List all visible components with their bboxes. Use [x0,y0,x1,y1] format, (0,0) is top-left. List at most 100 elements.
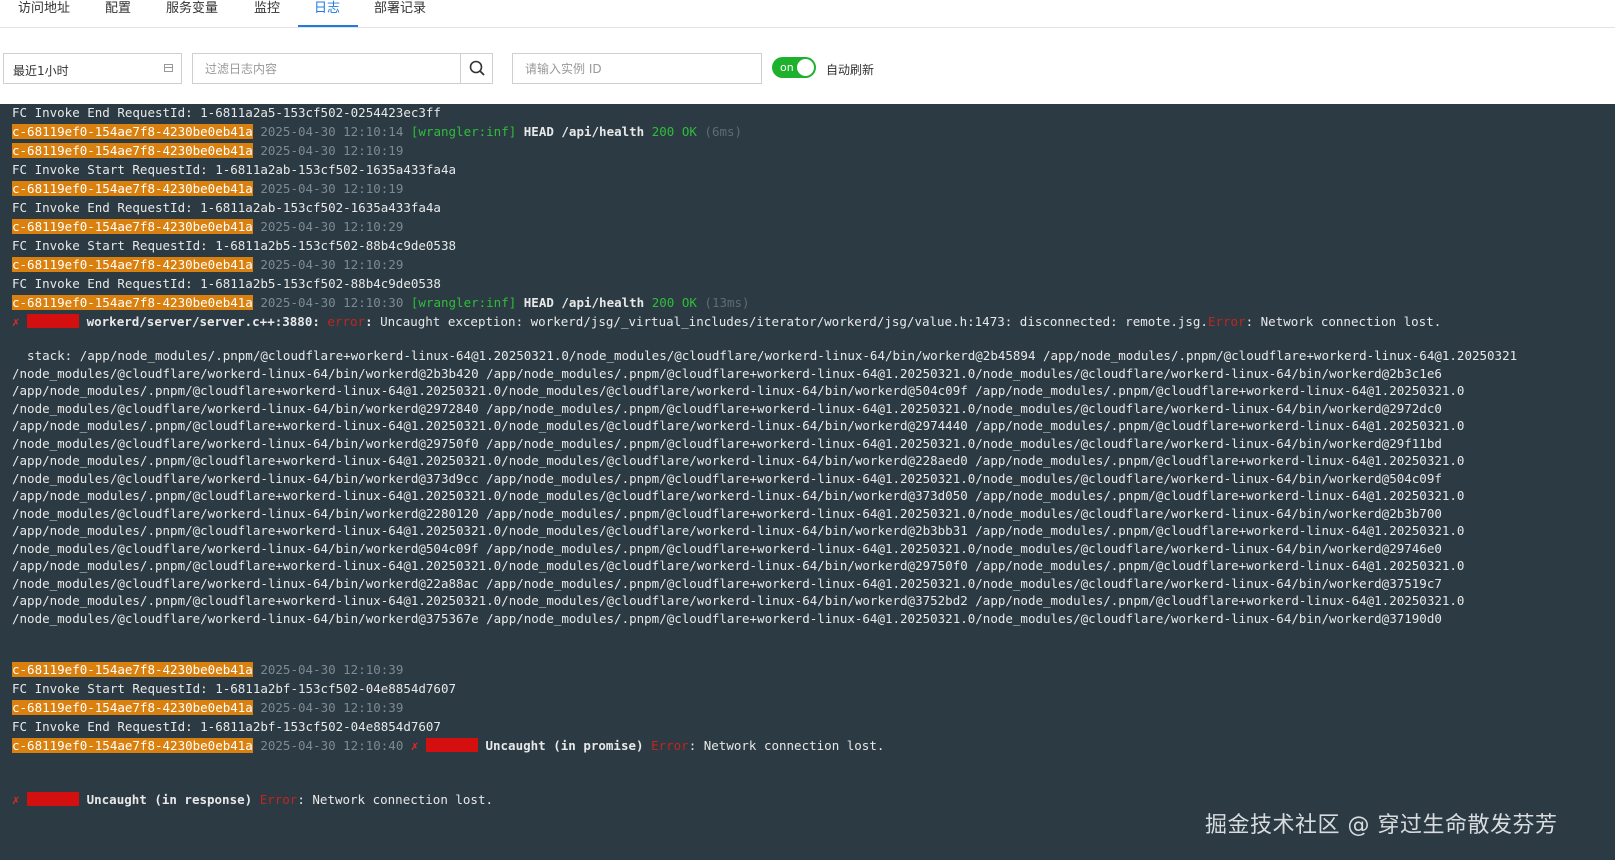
log-line: c-68119ef0-154ae7f8-4230be0eb41a 2025-04… [12,661,403,679]
instance-tag: c-68119ef0-154ae7f8-4230be0eb41a [12,181,253,196]
instance-tag: c-68119ef0-154ae7f8-4230be0eb41a [12,700,253,715]
error-source: workerd/server/server.c++:3880: [86,314,320,329]
log-timestamp: 2025-04-30 12:10:19 [260,143,404,158]
stack-line: /app/node_modules/.pnpm/@cloudflare+work… [12,593,1465,608]
stack-line: /node_modules/@cloudflare/workerd-linux-… [12,611,1442,626]
stack-line: /node_modules/@cloudflare/workerd-linux-… [12,541,1442,556]
error-word: Error [1207,314,1246,329]
log-line: FC Invoke End RequestId: 1-6811a2ab-153c… [12,199,441,217]
tab-service-variables[interactable]: 服务变量 [166,0,218,28]
response-error-line: ✗ Uncaught (in response) Error: Network … [12,791,493,809]
toggle-state-label: on [780,61,794,74]
stack-line: /node_modules/@cloudflare/workerd-linux-… [12,436,1442,451]
error-message: Uncaught (in response) [86,792,253,807]
log-text: FC Invoke End RequestId: 1-6811a2bf-153c… [12,719,441,734]
log-line: FC Invoke Start RequestId: 1-6811a2bf-15… [12,680,456,698]
error-x-icon: ✗ [410,738,419,753]
stack-line: /app/node_modules/.pnpm/@cloudflare+work… [12,523,1465,538]
active-tab-indicator [298,25,358,27]
error-word: Error [651,738,689,753]
stack-line: /app/node_modules/.pnpm/@cloudflare+work… [12,383,1465,398]
stack-line: /node_modules/@cloudflare/workerd-linux-… [12,401,1442,416]
log-text: FC Invoke End RequestId: 1-6811a2b5-153c… [12,276,441,291]
error-message: Uncaught (in promise) [485,738,644,753]
log-line: FC Invoke Start RequestId: 1-6811a2b5-15… [12,237,456,255]
tab-logs[interactable]: 日志 [314,0,340,28]
error-word: Error [259,792,298,807]
redacted-block [425,738,478,752]
search-button[interactable] [460,53,493,84]
calendar-icon [164,64,173,72]
tab-bar: 访问地址 配置 服务变量 监控 日志 部署记录 [0,0,1615,28]
instance-tag: c-68119ef0-154ae7f8-4230be0eb41a [12,124,253,139]
log-timestamp: 2025-04-30 12:10:14 [260,124,404,139]
filter-log-field[interactable] [192,53,460,84]
redacted-block [27,314,80,328]
error-message-tail: : Network connection lost. [297,792,494,807]
instance-tag: c-68119ef0-154ae7f8-4230be0eb41a [12,257,253,272]
wrangler-tag: [wrangler:inf] [410,124,517,139]
log-text: FC Invoke Start RequestId: 1-6811a2b5-15… [12,238,457,253]
stack-line: /node_modules/@cloudflare/workerd-linux-… [12,471,1442,486]
log-line: FC Invoke Start RequestId: 1-6811a2ab-15… [12,161,456,179]
log-timestamp: 2025-04-30 12:10:29 [260,257,404,272]
error-message-tail: : Network connection lost. [688,738,885,753]
log-timestamp: 2025-04-30 12:10:39 [260,700,404,715]
log-text: FC Invoke End RequestId: 1-6811a2ab-153c… [12,200,441,215]
error-line: ✗ workerd/server/server.c++:3880: error:… [12,314,1442,329]
log-timestamp: 2025-04-30 12:10:39 [260,662,404,677]
request-method: HEAD /api/health [523,124,645,139]
error-level: error [327,314,366,329]
log-timestamp: 2025-04-30 12:10:30 [260,295,404,310]
instance-id-field[interactable] [512,53,762,84]
stack-line: /node_modules/@cloudflare/workerd-linux-… [12,506,1442,521]
stack-line: /app/node_modules/.pnpm/@cloudflare+work… [12,418,1465,433]
error-message-tail: : Network connection lost. [1245,314,1442,329]
stack-line: /app/node_modules/.pnpm/@cloudflare+work… [12,558,1465,573]
log-text: FC Invoke End RequestId: 1-6811a2a5-153c… [12,105,441,120]
log-viewer[interactable]: FC Invoke End RequestId: 1-6811a2a5-153c… [0,104,1615,860]
error-message: Uncaught exception: workerd/jsg/_virtual… [380,314,1208,329]
log-timestamp: 2025-04-30 12:10:40 [260,738,404,753]
auto-refresh-label: 自动刷新 [826,63,875,77]
request-method: HEAD /api/health [523,295,645,310]
status-ok: 200 OK [651,295,697,310]
stack-line: stack: /app/node_modules/.pnpm/@cloudfla… [12,348,1518,363]
tab-config[interactable]: 配置 [105,0,131,28]
instance-tag: c-68119ef0-154ae7f8-4230be0eb41a [12,143,253,158]
log-line: c-68119ef0-154ae7f8-4230be0eb41a 2025-04… [12,699,403,717]
redacted-block [27,792,80,806]
log-line: FC Invoke End RequestId: 1-6811a2bf-153c… [12,718,441,736]
tab-deploy-records[interactable]: 部署记录 [374,0,426,28]
log-text: FC Invoke Start RequestId: 1-6811a2ab-15… [12,162,457,177]
error-x-icon: ✗ [12,792,20,807]
watermark: 掘金技术社区 @ 穿过生命散发芬芳 [1205,813,1558,838]
log-line: c-68119ef0-154ae7f8-4230be0eb41a 2025-04… [12,294,750,312]
instance-tag: c-68119ef0-154ae7f8-4230be0eb41a [12,662,253,677]
instance-tag: c-68119ef0-154ae7f8-4230be0eb41a [12,295,253,310]
log-line: c-68119ef0-154ae7f8-4230be0eb41a 2025-04… [12,180,403,198]
filter-log-input[interactable] [193,54,460,83]
log-timestamp: 2025-04-30 12:10:29 [260,219,404,234]
log-line: FC Invoke End RequestId: 1-6811a2b5-153c… [12,275,441,293]
search-icon [469,60,485,76]
auto-refresh-toggle[interactable]: on [772,57,816,78]
time-range-value: 最近1小时 [13,64,69,78]
duration: (6ms) [704,124,743,139]
error-x-icon: ✗ [12,314,20,329]
duration: (13ms) [704,295,750,310]
log-timestamp: 2025-04-30 12:10:19 [260,181,404,196]
instance-id-input[interactable] [513,54,761,83]
log-text: FC Invoke Start RequestId: 1-6811a2bf-15… [12,681,457,696]
status-ok: 200 OK [651,124,697,139]
instance-tag: c-68119ef0-154ae7f8-4230be0eb41a [12,219,253,234]
stack-line: /node_modules/@cloudflare/workerd-linux-… [12,576,1442,591]
time-range-select[interactable]: 最近1小时 [3,53,182,84]
tab-monitoring[interactable]: 监控 [254,0,280,28]
log-line: FC Invoke End RequestId: 1-6811a2a5-153c… [12,104,441,122]
tab-access-url[interactable]: 访问地址 [18,0,70,28]
stack-line: /node_modules/@cloudflare/workerd-linux-… [12,366,1442,381]
wrangler-tag: [wrangler:inf] [410,295,517,310]
promise-error-line: c-68119ef0-154ae7f8-4230be0eb41a 2025-04… [12,737,884,755]
instance-tag: c-68119ef0-154ae7f8-4230be0eb41a [12,738,253,753]
